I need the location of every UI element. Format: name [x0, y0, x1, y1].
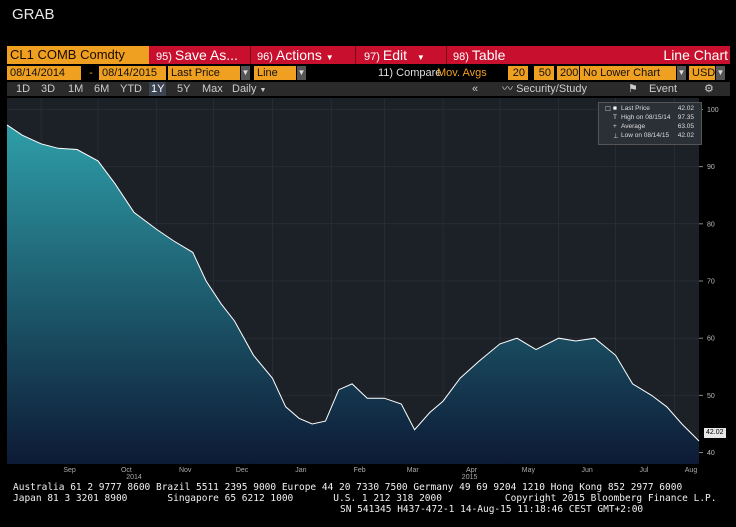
y-tick-label: 100	[707, 107, 719, 114]
legend-average: + Average 63.05	[613, 123, 697, 130]
legend-high-value: 97.35	[677, 114, 694, 121]
legend-swatch-icon: ■	[613, 105, 617, 112]
x-tick-label: Feb	[354, 467, 366, 474]
legend-last-price-label: Last Price	[621, 105, 650, 112]
y-tick-label: 70	[707, 279, 715, 286]
low-marker-icon: ⊥	[613, 133, 619, 140]
legend-low-label: Low on 08/14/15	[621, 132, 670, 139]
year-label: 2014	[126, 474, 142, 480]
x-tick-label: Jan	[295, 467, 306, 474]
y-tick-label: 90	[707, 164, 715, 171]
x-tick-label: Aug	[685, 467, 698, 474]
x-tick-label: May	[522, 467, 536, 474]
x-tick-label: Nov	[179, 467, 192, 474]
x-tick-label: Dec	[236, 467, 249, 474]
legend-average-value: 63.05	[677, 123, 694, 130]
x-tick-label: Sep	[63, 467, 76, 474]
footer-session-info: SN 541345 H437-472-1 14-Aug-15 11:18:46 …	[340, 504, 644, 515]
legend-last-price: ☐ ■ Last Price 42.02	[605, 105, 697, 113]
legend-last-price-value: 42.02	[677, 105, 694, 112]
price-chart: 100 90 80 70 60 50 40 Sep Oct Nov Dec Jan Feb Mar Apr…	[6, 98, 719, 480]
x-tick-label: Oct	[121, 467, 132, 474]
legend-average-label: Average	[621, 123, 646, 130]
x-tick-label: Jun	[581, 467, 592, 474]
y-tick-label: 80	[707, 221, 715, 228]
y-tick-label: 50	[707, 393, 715, 400]
legend-high: T High on 08/15/14 97.35	[613, 114, 697, 121]
year-label: 2015	[462, 474, 478, 480]
high-marker-icon: T	[613, 114, 617, 121]
legend-low-value: 42.02	[677, 132, 694, 139]
x-tick-label: Mar	[407, 467, 420, 474]
last-value-label: 42.02	[704, 428, 726, 438]
price-area	[7, 124, 699, 465]
legend-high-label: High on 08/15/14	[621, 114, 671, 121]
legend-low: ⊥ Low on 08/14/15 42.02	[613, 132, 697, 140]
legend-checkbox-icon: ☐	[605, 106, 611, 113]
y-tick-label: 40	[707, 450, 715, 457]
footer-phones-2: Japan 81 3 3201 8900 Singapore 65 6212 1…	[13, 493, 717, 504]
x-tick-label: Apr	[466, 467, 478, 474]
y-tick-label: 60	[707, 336, 715, 343]
chart-legend[interactable]: ☐ ■ Last Price 42.02 T High on 08/15/14 97.35…	[598, 102, 702, 145]
footer-phones-1: Australia 61 2 9777 8600 Brazil 5511 239…	[13, 482, 683, 493]
x-tick-label: Jul	[640, 467, 649, 474]
average-marker-icon: +	[613, 123, 617, 130]
